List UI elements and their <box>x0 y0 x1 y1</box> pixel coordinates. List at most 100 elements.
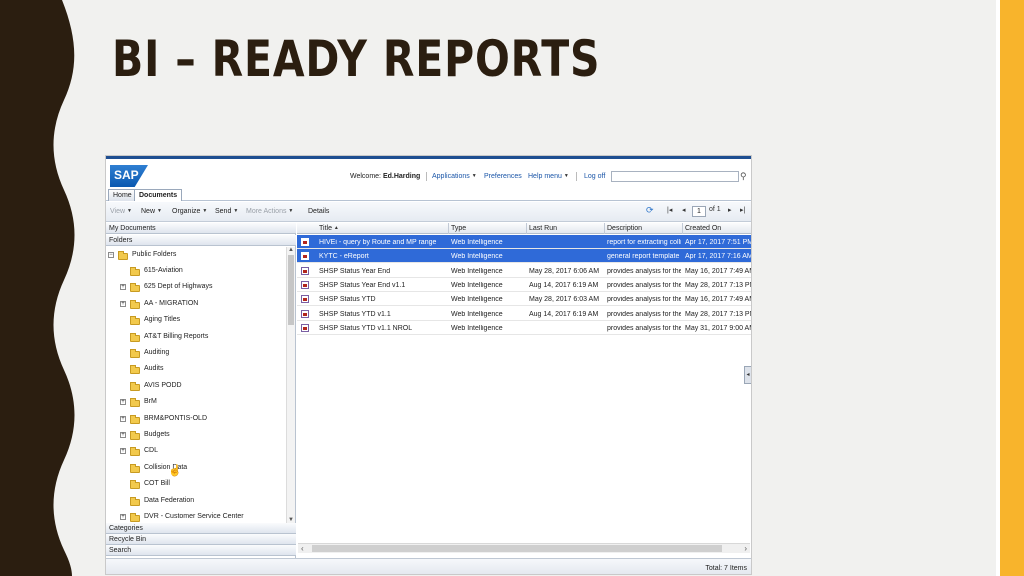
refresh-icon[interactable]: ⟳ <box>646 205 654 216</box>
column-description[interactable]: Description <box>607 225 642 232</box>
web-intelligence-document-icon <box>301 238 309 246</box>
table-horizontal-scrollbar[interactable]: ‹ › <box>298 543 750 553</box>
scroll-up-icon[interactable]: ▲ <box>288 247 294 253</box>
panel-collapse-handle[interactable]: ◂ <box>744 366 751 384</box>
web-intelligence-document-icon <box>301 280 309 289</box>
accordion-search[interactable]: Search <box>106 545 296 556</box>
cell-description: provides analysis for the <box>607 324 681 332</box>
app-header: SAP Welcome: Ed.Harding Applications ▼ P… <box>106 159 751 189</box>
search-icon[interactable]: ⚲ <box>740 171 750 182</box>
expand-icon[interactable]: + <box>120 300 126 307</box>
column-separator[interactable] <box>526 223 527 234</box>
cell-title: SHSP Status YTD v1.1 NROL <box>319 324 413 332</box>
chevron-down-icon: ▼ <box>202 208 208 214</box>
accordion-my-documents[interactable]: My Documents <box>106 223 296 234</box>
cell-title: HIVEi - query by Route and MP range <box>319 239 437 246</box>
cell-title: SHSP Status YTD v1.1 <box>319 310 391 318</box>
column-separator[interactable] <box>604 223 605 234</box>
cell-type: Web Intelligence <box>451 281 503 289</box>
welcome-prefix: Welcome: <box>350 173 381 180</box>
cell-created: May 31, 2017 9:00 AM <box>685 324 751 332</box>
scroll-right-icon[interactable]: › <box>744 544 747 553</box>
search-input[interactable] <box>611 171 739 182</box>
last-page-icon[interactable]: ▸| <box>740 206 745 214</box>
cell-description: provides analysis for the <box>607 310 681 318</box>
table-row[interactable]: HIVEi - query by Route and MP range Web I… <box>297 235 751 249</box>
column-title[interactable]: Title ▲ <box>319 225 339 232</box>
web-intelligence-document-icon <box>301 295 309 304</box>
column-type[interactable]: Type <box>451 225 466 232</box>
more-actions-label: More Actions <box>246 208 287 215</box>
table-row[interactable]: SHSP Status Year End v1.1 Web Intelligenc… <box>297 278 751 292</box>
total-items: Total: 7 Items <box>705 565 747 572</box>
tab-documents[interactable]: Documents <box>134 189 183 201</box>
expand-icon[interactable]: + <box>120 432 126 438</box>
page-number-input[interactable]: 1 <box>692 206 706 217</box>
left-wave-decoration <box>0 0 75 576</box>
tree-item-label: Audits <box>144 365 164 373</box>
folder-icon <box>130 365 140 375</box>
new-label: New <box>141 208 156 215</box>
header-separator <box>426 172 427 181</box>
cell-created: May 16, 2017 7:49 AM <box>685 267 751 275</box>
folder-icon <box>130 496 140 506</box>
scrollbar-thumb[interactable] <box>288 255 294 325</box>
tree-item-label: BRM&PONTIS-OLD <box>144 414 208 422</box>
tree-item-label: 625 Dept of Highways <box>144 283 213 291</box>
expand-icon[interactable]: + <box>120 399 126 406</box>
view-button[interactable]: View ▼ <box>110 208 132 215</box>
expand-icon[interactable]: + <box>120 415 126 422</box>
column-separator[interactable] <box>448 223 449 234</box>
header-separator <box>576 172 577 181</box>
preferences-link[interactable]: Preferences <box>484 173 522 180</box>
page-count: of 1 <box>709 206 721 213</box>
send-button[interactable]: Send ▼ <box>215 208 238 215</box>
scroll-left-icon[interactable]: ‹ <box>301 544 304 553</box>
bi-launchpad-screenshot: SAP Welcome: Ed.Harding Applications ▼ P… <box>105 155 752 575</box>
expand-icon[interactable]: + <box>120 284 126 291</box>
folder-icon <box>118 251 128 260</box>
folder-icon <box>130 332 140 342</box>
help-menu[interactable]: Help menu ▼ <box>528 173 569 180</box>
cell-last-run: Aug 14, 2017 6:19 AM <box>529 310 599 318</box>
collapse-icon[interactable]: − <box>108 252 114 258</box>
chevron-down-icon: ▼ <box>563 173 569 179</box>
table-row[interactable]: SHSP Status YTD v1.1 Web Intelligence Aug … <box>297 307 751 321</box>
cell-created: May 16, 2017 7:49 AM <box>685 296 751 304</box>
accordion-categories[interactable]: Categories <box>106 523 296 534</box>
folder-icon <box>130 398 140 408</box>
column-last-run[interactable]: Last Run <box>529 225 557 232</box>
cell-created: Apr 17, 2017 7:51 PM <box>685 239 751 246</box>
folder-tree-scrollbar[interactable]: ▲ ▼ <box>286 247 295 523</box>
first-page-icon[interactable]: |◂ <box>667 206 672 214</box>
applications-label: Applications <box>432 173 470 180</box>
new-button[interactable]: New ▼ <box>141 208 162 215</box>
scrollbar-thumb[interactable] <box>312 545 722 552</box>
web-intelligence-document-icon <box>301 323 309 332</box>
log-off-link[interactable]: Log off <box>584 173 605 180</box>
column-created-on[interactable]: Created On <box>685 225 721 232</box>
accordion-folders[interactable]: Folders <box>106 235 296 246</box>
cell-type: Web Intelligence <box>451 324 503 332</box>
accordion-recycle-bin[interactable]: Recycle Bin <box>106 534 296 545</box>
table-header: Title ▲ Type Last Run Description Create… <box>297 223 751 234</box>
column-separator[interactable] <box>682 223 683 234</box>
expand-icon[interactable]: + <box>120 514 126 520</box>
tab-home[interactable]: Home <box>108 189 137 201</box>
chevron-down-icon: ▼ <box>127 208 132 214</box>
table-row[interactable]: SHSP Status YTD Web Intelligence May 28, 2… <box>297 292 751 307</box>
table-row[interactable]: KYTC - eReport Web Intelligence general re… <box>297 249 751 264</box>
cell-description: provides analysis for the <box>607 296 681 304</box>
table-row[interactable]: SHSP Status YTD v1.1 NROL Web Intelligenc… <box>297 321 751 335</box>
organize-button[interactable]: Organize ▼ <box>172 208 207 215</box>
previous-page-icon[interactable]: ◂ <box>682 206 686 214</box>
folder-icon <box>130 349 140 358</box>
table-row[interactable]: SHSP Status Year End Web Intelligence May … <box>297 264 751 278</box>
more-actions-button[interactable]: More Actions ▼ <box>246 208 293 215</box>
details-button[interactable]: Details <box>308 208 329 215</box>
expand-icon[interactable]: + <box>120 448 126 455</box>
applications-menu[interactable]: Applications ▼ <box>432 173 477 180</box>
sort-ascending-icon: ▲ <box>333 225 339 231</box>
welcome-text: Welcome: Ed.Harding <box>350 173 420 180</box>
next-page-icon[interactable]: ▸ <box>728 206 732 214</box>
